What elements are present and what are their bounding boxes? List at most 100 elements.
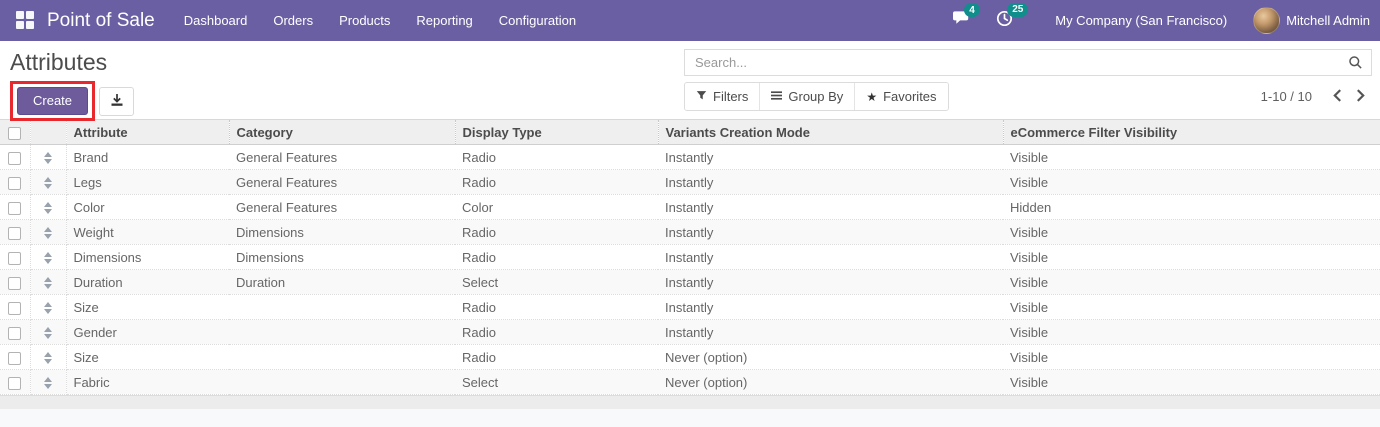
cell-attribute[interactable]: Fabric (66, 369, 229, 395)
table-row[interactable]: Size Radio Instantly Visible (0, 294, 1380, 320)
row-handle-cell[interactable] (30, 169, 67, 195)
cell-variants-mode[interactable]: Instantly (658, 219, 1003, 245)
row-checkbox[interactable] (8, 226, 22, 240)
cell-attribute[interactable]: Dimensions (66, 244, 229, 270)
cell-category[interactable] (229, 319, 455, 345)
cell-variants-mode[interactable]: Instantly (658, 169, 1003, 195)
row-checkbox[interactable] (8, 151, 22, 165)
cell-visibility[interactable]: Visible (1003, 369, 1380, 395)
row-handle-cell[interactable] (30, 219, 67, 245)
cell-display-type[interactable]: Radio (455, 169, 658, 195)
cell-variants-mode[interactable]: Instantly (658, 144, 1003, 170)
row-handle-cell[interactable] (30, 144, 67, 170)
select-all-header[interactable] (0, 119, 31, 145)
column-header-category[interactable]: Category (229, 119, 456, 145)
cell-display-type[interactable]: Select (455, 369, 658, 395)
column-header-ecommerce-filter-visibility[interactable]: eCommerce Filter Visibility (1003, 119, 1380, 145)
cell-visibility[interactable]: Visible (1003, 244, 1380, 270)
row-checkbox[interactable] (8, 326, 22, 340)
cell-attribute[interactable]: Size (66, 294, 229, 320)
row-checkbox-cell[interactable] (0, 319, 31, 345)
row-handle-cell[interactable] (30, 244, 67, 270)
table-row[interactable]: Brand General Features Radio Instantly Visib… (0, 144, 1380, 170)
drag-handle-icon[interactable] (44, 202, 52, 215)
cell-visibility[interactable]: Hidden (1003, 194, 1380, 220)
activities-menu[interactable]: 25 (996, 2, 1029, 32)
cell-category[interactable] (229, 369, 455, 395)
cell-category[interactable]: General Features (229, 194, 455, 220)
row-checkbox[interactable] (8, 251, 22, 265)
apps-grid-icon[interactable] (16, 11, 35, 30)
cell-attribute[interactable]: Size (66, 344, 229, 370)
cell-variants-mode[interactable]: Instantly (658, 269, 1003, 295)
cell-display-type[interactable]: Radio (455, 319, 658, 345)
cell-category[interactable]: General Features (229, 169, 455, 195)
export-button[interactable] (99, 86, 135, 116)
cell-variants-mode[interactable]: Instantly (658, 319, 1003, 345)
drag-handle-icon[interactable] (44, 177, 52, 190)
cell-visibility[interactable]: Visible (1003, 144, 1380, 170)
cell-display-type[interactable]: Radio (455, 144, 658, 170)
cell-category[interactable]: Dimensions (229, 219, 455, 245)
group-by-button[interactable]: Group By (759, 83, 855, 110)
table-row[interactable]: Gender Radio Instantly Visible (0, 319, 1380, 345)
cell-category[interactable]: Duration (229, 269, 455, 295)
cell-variants-mode[interactable]: Never (option) (658, 344, 1003, 370)
table-row[interactable]: Fabric Select Never (option) Visible (0, 369, 1380, 395)
drag-handle-icon[interactable] (44, 227, 52, 240)
column-header-display-type[interactable]: Display Type (455, 119, 659, 145)
table-row[interactable]: Size Radio Never (option) Visible (0, 344, 1380, 370)
cell-display-type[interactable]: Radio (455, 244, 658, 270)
drag-handle-icon[interactable] (44, 377, 52, 390)
drag-handle-icon[interactable] (44, 152, 52, 165)
row-checkbox[interactable] (8, 176, 22, 190)
row-checkbox[interactable] (8, 301, 22, 315)
row-checkbox-cell[interactable] (0, 244, 31, 270)
cell-category[interactable]: Dimensions (229, 244, 455, 270)
cell-visibility[interactable]: Visible (1003, 344, 1380, 370)
drag-handle-icon[interactable] (44, 352, 52, 365)
cell-display-type[interactable]: Radio (455, 294, 658, 320)
cell-attribute[interactable]: Brand (66, 144, 229, 170)
row-checkbox-cell[interactable] (0, 294, 31, 320)
cell-attribute[interactable]: Duration (66, 269, 229, 295)
cell-attribute[interactable]: Weight (66, 219, 229, 245)
table-row[interactable]: Weight Dimensions Radio Instantly Visible (0, 219, 1380, 245)
table-row[interactable]: Dimensions Dimensions Radio Instantly Visibl… (0, 244, 1380, 270)
cell-display-type[interactable]: Radio (455, 219, 658, 245)
table-row[interactable]: Color General Features Color Instantly Hidde… (0, 194, 1380, 220)
nav-item-configuration[interactable]: Configuration (486, 0, 589, 41)
favorites-button[interactable]: ★ Favorites (854, 83, 948, 110)
row-checkbox[interactable] (8, 376, 22, 390)
row-handle-cell[interactable] (30, 294, 67, 320)
cell-category[interactable] (229, 294, 455, 320)
cell-visibility[interactable]: Visible (1003, 319, 1380, 345)
row-handle-cell[interactable] (30, 269, 67, 295)
cell-display-type[interactable]: Select (455, 269, 658, 295)
column-header-attribute[interactable]: Attribute (66, 119, 230, 145)
cell-category[interactable]: General Features (229, 144, 455, 170)
drag-handle-icon[interactable] (44, 327, 52, 340)
cell-visibility[interactable]: Visible (1003, 169, 1380, 195)
cell-variants-mode[interactable]: Instantly (658, 294, 1003, 320)
search-input[interactable] (684, 49, 1372, 76)
cell-variants-mode[interactable]: Instantly (658, 194, 1003, 220)
app-name[interactable]: Point of Sale (47, 10, 155, 32)
row-checkbox-cell[interactable] (0, 144, 31, 170)
cell-attribute[interactable]: Gender (66, 319, 229, 345)
nav-item-orders[interactable]: Orders (260, 0, 326, 41)
row-checkbox-cell[interactable] (0, 194, 31, 220)
cell-display-type[interactable]: Color (455, 194, 658, 220)
cell-visibility[interactable]: Visible (1003, 294, 1380, 320)
drag-handle-icon[interactable] (44, 277, 52, 290)
nav-item-products[interactable]: Products (326, 0, 403, 41)
row-checkbox-cell[interactable] (0, 369, 31, 395)
row-handle-cell[interactable] (30, 344, 67, 370)
pager-previous-button[interactable] (1326, 87, 1349, 107)
table-row[interactable]: Duration Duration Select Instantly Visible (0, 269, 1380, 295)
cell-variants-mode[interactable]: Never (option) (658, 369, 1003, 395)
row-checkbox-cell[interactable] (0, 344, 31, 370)
cell-attribute[interactable]: Color (66, 194, 229, 220)
row-checkbox[interactable] (8, 276, 22, 290)
cell-variants-mode[interactable]: Instantly (658, 244, 1003, 270)
